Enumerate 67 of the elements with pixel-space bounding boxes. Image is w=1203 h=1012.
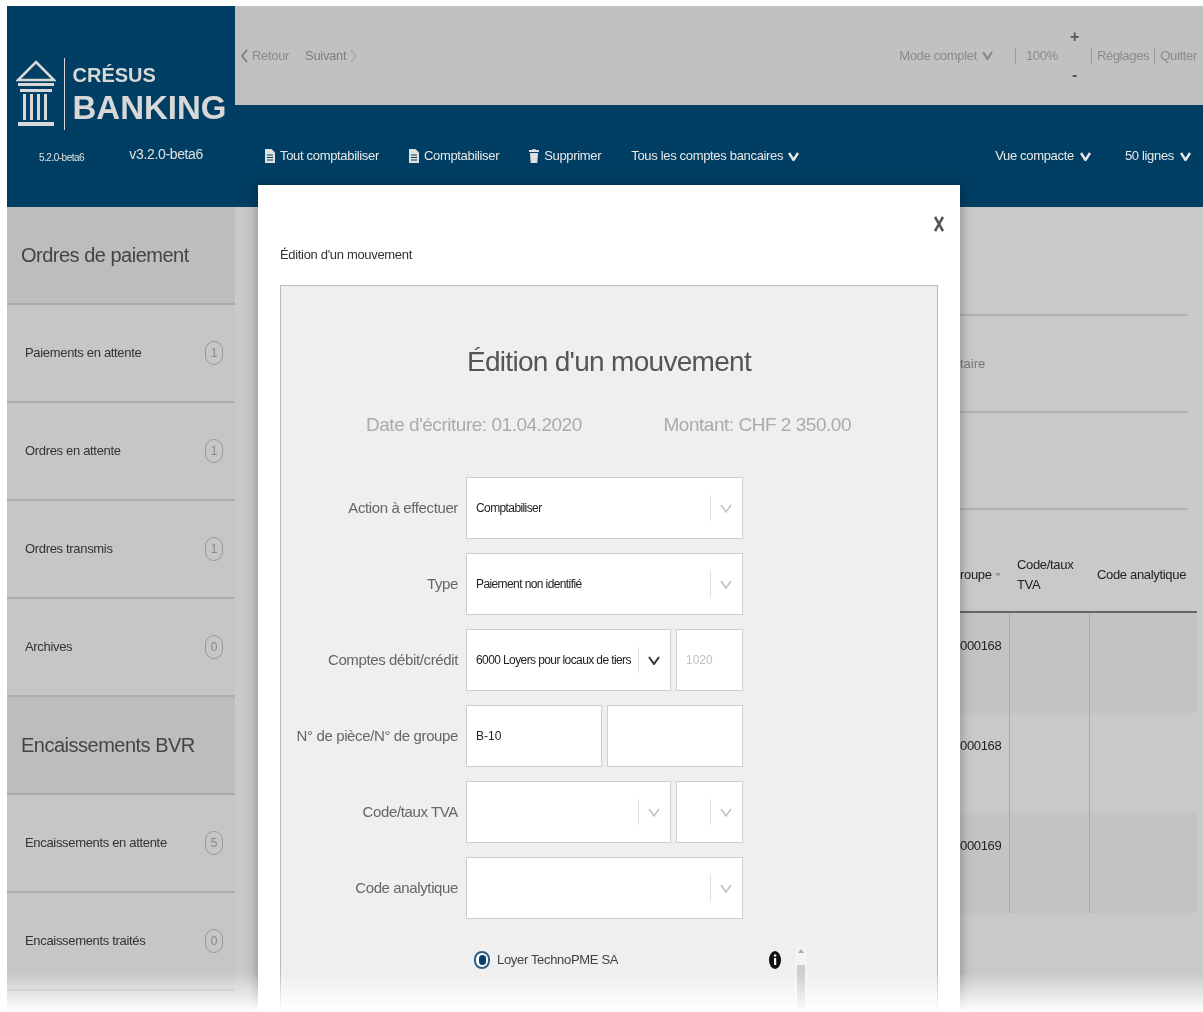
toolbar-button[interactable]: Tout comptabiliser bbox=[265, 146, 379, 166]
zoom-out-button[interactable]: - bbox=[1071, 66, 1077, 83]
version-label: v3.2.0-beta6 bbox=[129, 145, 203, 164]
select-field[interactable] bbox=[466, 857, 743, 919]
select-field[interactable]: 6000 Loyers pour locaux de tiers bbox=[466, 629, 671, 691]
text-field[interactable]: 1020 bbox=[676, 629, 743, 691]
select-field[interactable]: Paiement non identifié bbox=[466, 553, 743, 615]
caret-icon bbox=[1180, 151, 1191, 161]
sidebar-section-header: Encaissements BVR bbox=[7, 697, 235, 795]
field-label: Code analytique bbox=[354, 877, 459, 898]
sidebar-item-label: Ordres en attente bbox=[25, 442, 122, 461]
brand-name: CRÉSUS bbox=[72, 64, 157, 85]
close-icon bbox=[934, 216, 944, 232]
column-header[interactable]: Code/taux TVA bbox=[1017, 554, 1090, 595]
toolbar-button[interactable]: Comptabiliser bbox=[408, 146, 500, 166]
field-label: Action à effectuer bbox=[347, 497, 459, 518]
trash-icon bbox=[529, 149, 540, 163]
caret-icon bbox=[720, 807, 732, 817]
info-icon bbox=[769, 951, 781, 969]
sidebar-section-header: Ordres de paiement bbox=[7, 207, 235, 305]
toolbar-button[interactable]: Supprimer bbox=[529, 146, 602, 166]
table-row[interactable]: 000168 bbox=[960, 613, 1197, 713]
date-label: Date d'écriture: 01.04.2020 bbox=[366, 412, 582, 437]
caret-icon bbox=[788, 151, 800, 161]
text-field[interactable] bbox=[607, 705, 743, 767]
sidebar-item-label: Encaissements en attente bbox=[25, 834, 168, 853]
field-label: Type bbox=[425, 573, 459, 594]
caret-icon bbox=[648, 807, 660, 817]
dialog-caption: Édition d'un mouvement bbox=[280, 246, 412, 264]
field-label: N° de pièce/N° de groupe bbox=[295, 725, 459, 746]
sidebar-item-label: Archives bbox=[25, 638, 74, 657]
account-dropdown[interactable]: Tous les comptes bancaires bbox=[631, 146, 800, 166]
caret-icon bbox=[720, 503, 732, 513]
chevron-left-icon bbox=[241, 48, 248, 63]
caret-icon bbox=[720, 579, 732, 589]
sidebar-item-label: Ordres transmis bbox=[25, 540, 114, 559]
select-field[interactable] bbox=[466, 781, 671, 843]
brand-name: BANKING bbox=[72, 90, 227, 124]
caret-icon bbox=[720, 883, 732, 893]
sort-icon bbox=[994, 572, 1001, 577]
view-dropdown[interactable]: Vue compacte bbox=[995, 146, 1091, 166]
zoom-in-button[interactable]: + bbox=[1069, 28, 1079, 45]
column-header[interactable]: roupe bbox=[960, 564, 992, 585]
close-button[interactable] bbox=[932, 215, 946, 233]
document-icon bbox=[408, 149, 419, 163]
column-header[interactable]: Code analytique bbox=[1097, 564, 1187, 585]
view-dropdown[interactable]: 50 lignes bbox=[1124, 146, 1191, 166]
version-label: 5.2.0-beta6 bbox=[39, 151, 85, 165]
caret-icon bbox=[648, 655, 660, 665]
caret-icon bbox=[981, 51, 993, 60]
table-cell: 000168 bbox=[960, 638, 1002, 653]
table-cell: 000168 bbox=[960, 738, 1002, 753]
option-radio[interactable]: Loyer TechnoPME SA bbox=[474, 950, 619, 970]
document-icon bbox=[265, 149, 275, 163]
table-cell: 000169 bbox=[960, 838, 1002, 853]
table-row[interactable]: 000169 bbox=[960, 813, 1197, 913]
select-field[interactable]: Comptabiliser bbox=[466, 477, 743, 539]
select-field[interactable] bbox=[676, 781, 743, 843]
sidebar-item-label: Encaissements traités bbox=[25, 932, 147, 951]
form-title: Édition d'un mouvement bbox=[466, 344, 752, 379]
caret-icon bbox=[1079, 151, 1091, 161]
amount-label: Montant: CHF 2 350.00 bbox=[663, 412, 851, 437]
field-label: taire bbox=[960, 354, 986, 373]
field-label: Comptes débit/crédit bbox=[326, 649, 460, 670]
field-label: Code/taux TVA bbox=[361, 801, 459, 822]
text-field[interactable]: B-10 bbox=[466, 705, 602, 767]
sidebar-item-label: Paiements en attente bbox=[25, 344, 143, 363]
